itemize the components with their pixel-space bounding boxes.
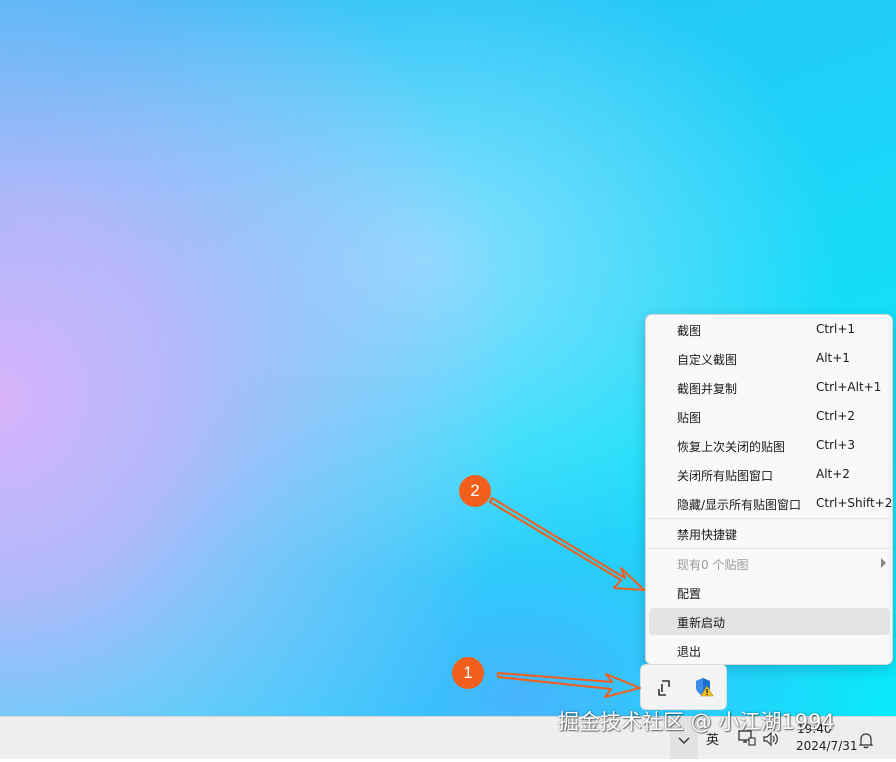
menu-item-disable-hotkeys[interactable]: 禁用快捷键	[649, 520, 890, 547]
security-warning-shield-icon[interactable]	[694, 677, 714, 697]
menu-item-label: 现有0 个贴图	[677, 558, 749, 572]
menu-item-shortcut: Alt+1	[816, 351, 850, 365]
menu-item-shortcut: Alt+2	[816, 467, 850, 481]
menu-item-label: 截图	[677, 324, 702, 338]
menu-item-shortcut: Ctrl+2	[816, 409, 856, 423]
submenu-arrow-icon	[881, 558, 886, 568]
menu-item-screenshot-copy[interactable]: 截图并复制 Ctrl+Alt+1	[649, 374, 890, 401]
menu-item-label: 关闭所有贴图窗口	[677, 469, 774, 483]
menu-item-exit[interactable]: 退出	[649, 637, 890, 664]
menu-item-close-all-pastes[interactable]: 关闭所有贴图窗口 Alt+2	[649, 461, 890, 488]
menu-item-shortcut: Ctrl+1	[816, 322, 856, 336]
menu-item-label: 重新启动	[677, 616, 726, 630]
menu-item-label: 隐藏/显示所有贴图窗口	[677, 498, 802, 512]
menu-item-label: 恢复上次关闭的贴图	[677, 440, 786, 454]
watermark: 掘金技术社区 @ 小江湖1994	[558, 710, 835, 734]
notification-bell-icon[interactable]	[858, 732, 874, 752]
menu-item-settings[interactable]: 配置	[649, 579, 890, 606]
menu-separator	[647, 518, 891, 519]
menu-item-label: 贴图	[677, 411, 702, 425]
menu-separator	[647, 548, 891, 549]
menu-item-label: 自定义截图	[677, 353, 738, 367]
taskbar-clock-date[interactable]: 2024/7/31	[796, 739, 858, 753]
menu-item-label: 禁用快捷键	[677, 528, 738, 542]
step-2-badge: 2	[459, 475, 491, 507]
menu-item-screenshot[interactable]: 截图 Ctrl+1	[649, 316, 890, 343]
menu-item-toggle-pastes[interactable]: 隐藏/显示所有贴图窗口 Ctrl+Shift+2	[649, 490, 893, 517]
step-1-badge: 1	[452, 657, 484, 689]
menu-item-label: 退出	[677, 645, 702, 659]
snipaste-tray-icon[interactable]	[654, 678, 674, 698]
menu-item-label: 截图并复制	[677, 382, 738, 396]
menu-item-shortcut: Ctrl+3	[816, 438, 856, 452]
tray-context-menu: 截图 Ctrl+1 自定义截图 Alt+1 截图并复制 Ctrl+Alt+1 贴…	[645, 314, 893, 665]
menu-item-custom-screenshot[interactable]: 自定义截图 Alt+1	[649, 345, 890, 372]
menu-item-paste[interactable]: 贴图 Ctrl+2	[649, 403, 890, 430]
menu-item-label: 配置	[677, 587, 702, 601]
menu-item-shortcut: Ctrl+Shift+2	[816, 496, 893, 510]
tray-overflow-flyout	[640, 664, 727, 710]
menu-item-restart[interactable]: 重新启动	[649, 608, 890, 635]
menu-item-shortcut: Ctrl+Alt+1	[816, 380, 882, 394]
menu-item-restore-last-paste[interactable]: 恢复上次关闭的贴图 Ctrl+3	[649, 432, 890, 459]
menu-item-paste-count: 现有0 个贴图	[649, 550, 890, 577]
